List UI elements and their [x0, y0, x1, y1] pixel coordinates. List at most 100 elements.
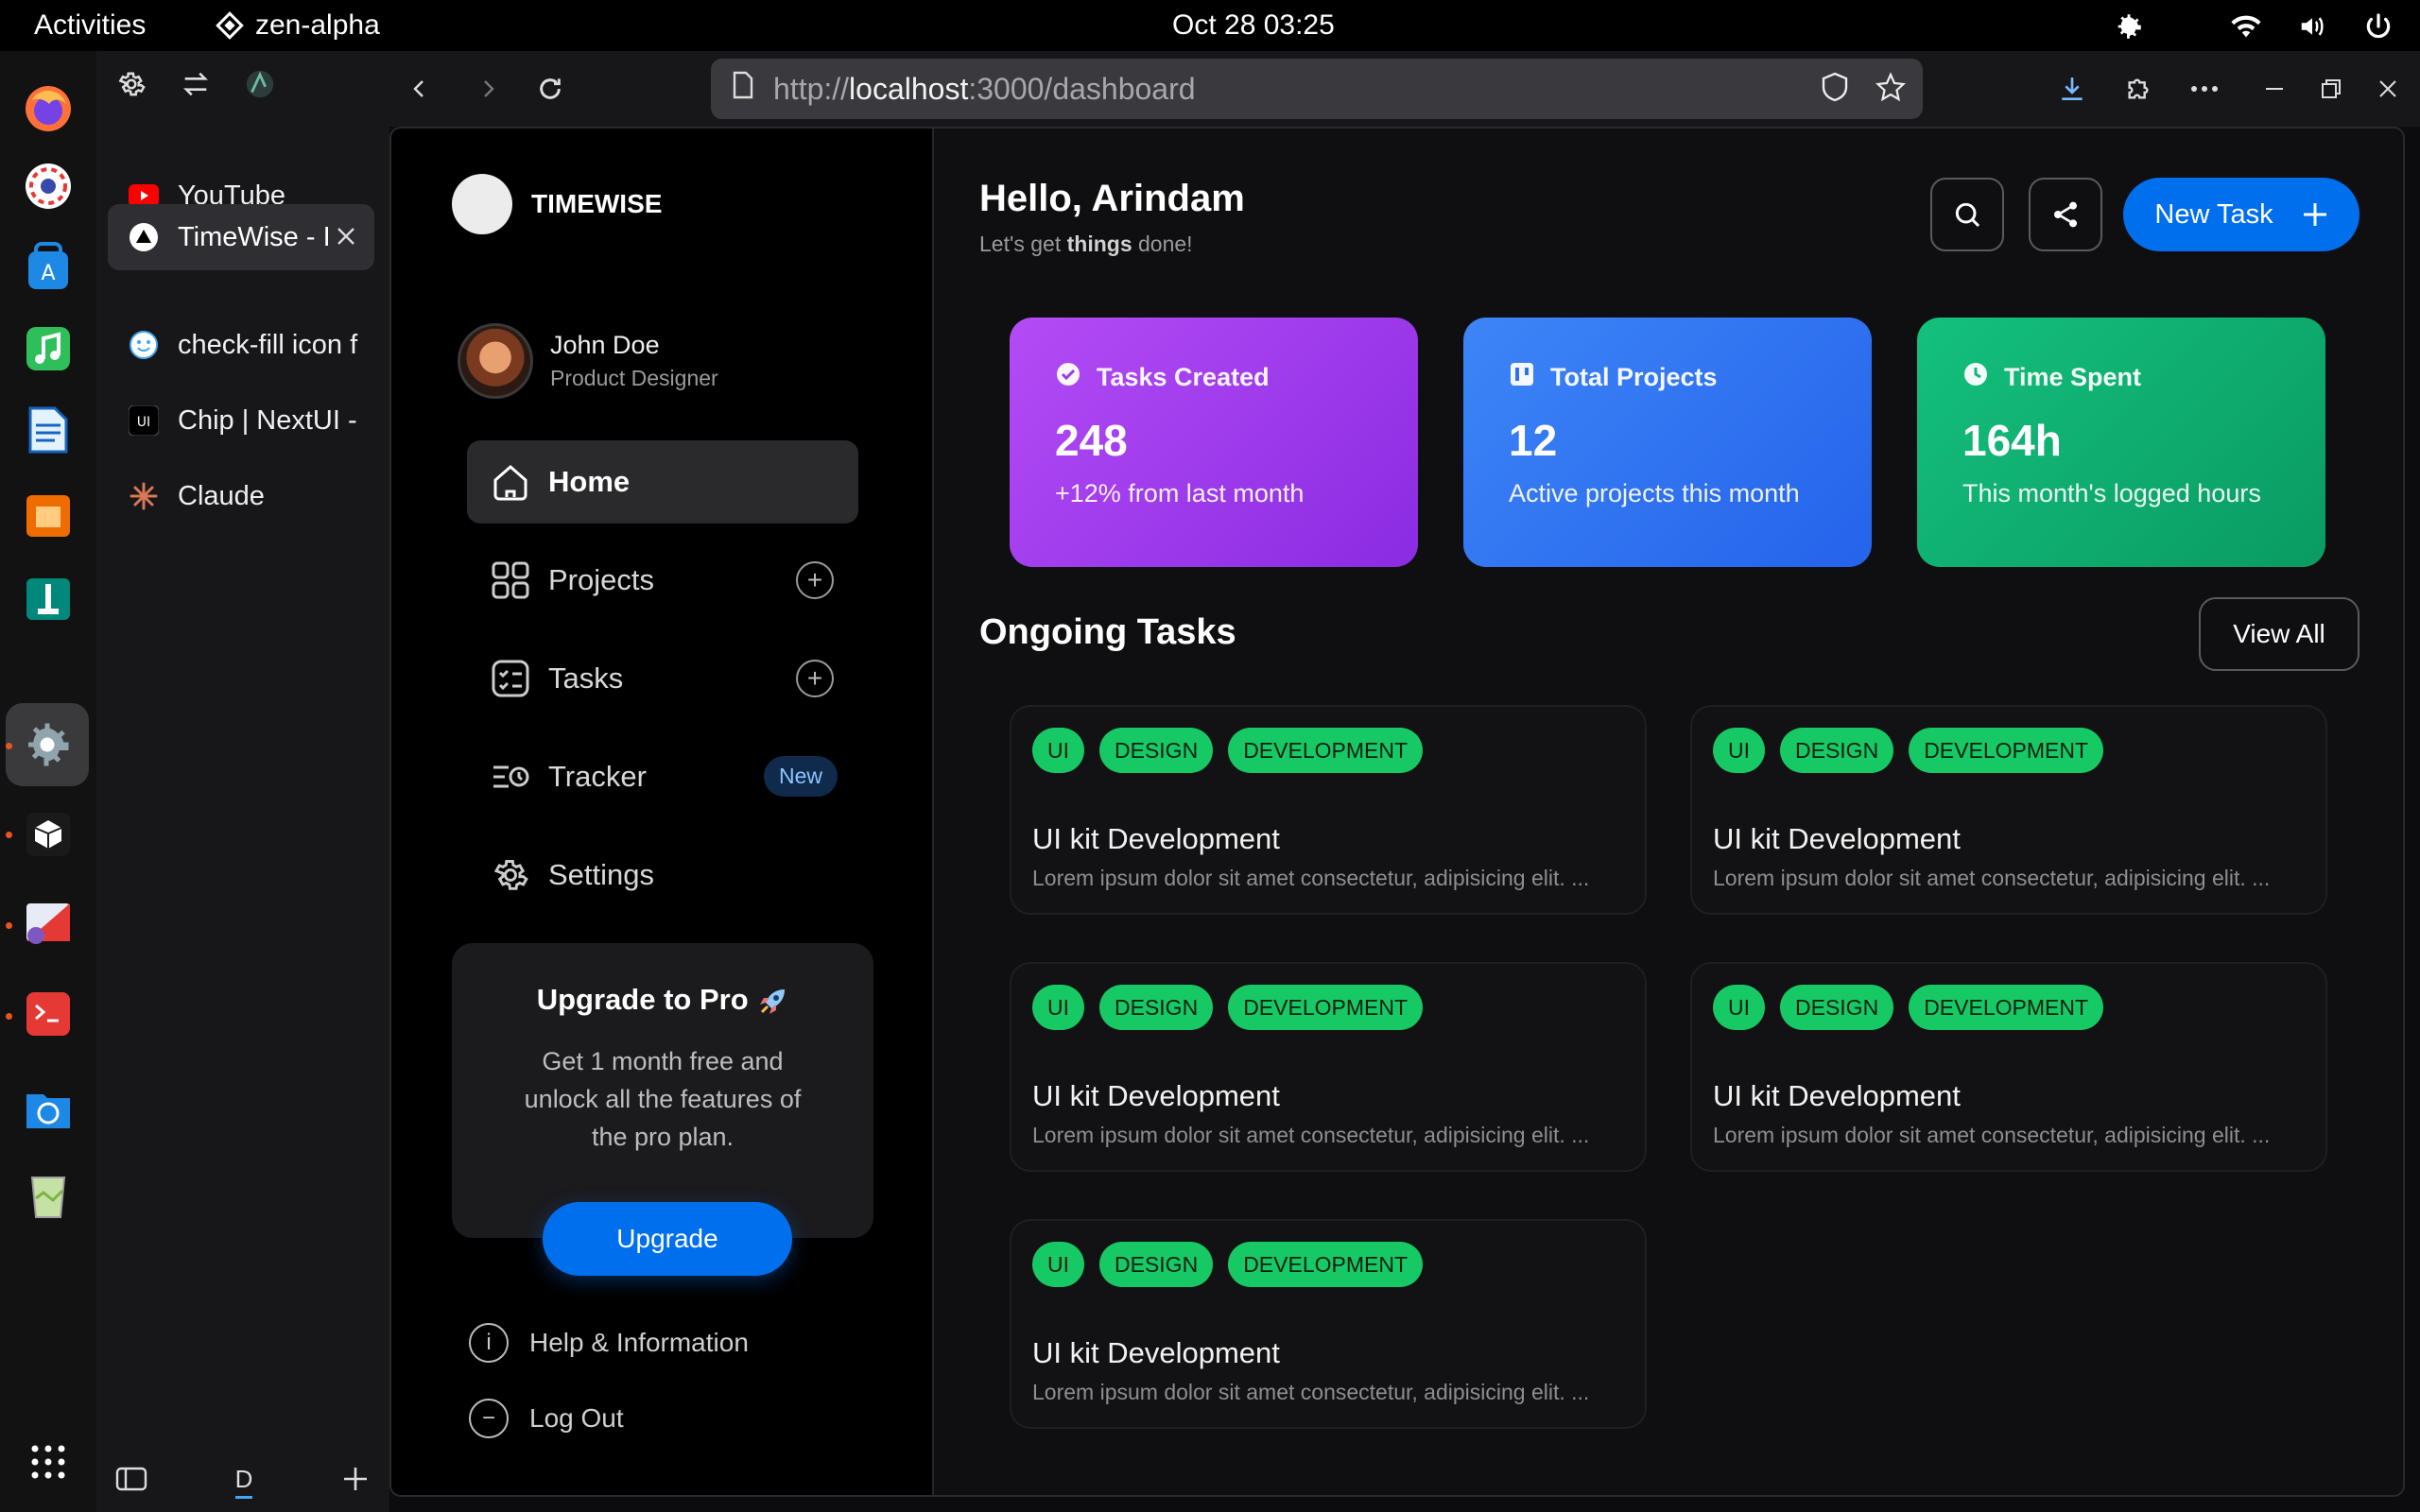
workspace-icon[interactable]: [244, 68, 276, 105]
system-tray[interactable]: [2110, 8, 2397, 45]
workspace-indicator[interactable]: D: [234, 1465, 253, 1499]
wifi-icon[interactable]: [2227, 8, 2265, 45]
nav-label: Home: [548, 465, 631, 498]
sync-arrows-icon[interactable]: [180, 68, 212, 105]
logout-label: Log Out: [529, 1403, 624, 1433]
tag-chip: UI: [1032, 1242, 1084, 1287]
add-task-plus-icon[interactable]: +: [796, 660, 834, 697]
minimize-window-icon[interactable]: [2256, 70, 2293, 108]
browser-settings-gear-icon[interactable]: [115, 68, 147, 105]
nav-tasks[interactable]: Tasks +: [467, 637, 858, 720]
nav-label: Projects: [548, 563, 654, 596]
nav-tracker[interactable]: Tracker New: [467, 735, 858, 818]
kanban-icon: [1509, 361, 1535, 394]
new-badge: New: [763, 756, 838, 797]
toggle-sidebar-icon[interactable]: [115, 1465, 147, 1498]
page-title: Hello, Arindam: [979, 178, 1245, 219]
task-card[interactable]: UI DESIGN DEVELOPMENT UI kit Development…: [1690, 705, 2327, 915]
task-card[interactable]: UI DESIGN DEVELOPMENT UI kit Development…: [1010, 962, 1647, 1172]
task-card[interactable]: UI DESIGN DEVELOPMENT UI kit Development…: [1690, 962, 2327, 1172]
more-menu-icon[interactable]: [2186, 70, 2223, 108]
url-path: :3000/dashboard: [968, 71, 1196, 106]
music-player-icon[interactable]: [17, 318, 79, 380]
activities-button[interactable]: Activities: [34, 9, 146, 42]
forward-arrow-icon[interactable]: [469, 70, 507, 108]
tab-label: Claude: [178, 480, 265, 511]
tab-timewise[interactable]: TimeWise - I: [108, 204, 374, 270]
app-store-icon[interactable]: A: [17, 236, 79, 299]
text-editor-icon[interactable]: [17, 399, 79, 461]
reload-icon[interactable]: [531, 70, 569, 108]
bookmark-star-icon[interactable]: [1875, 72, 1907, 110]
svg-text:A: A: [41, 262, 55, 285]
chromium-icon[interactable]: [17, 155, 79, 217]
tag-chip: UI: [1032, 985, 1084, 1030]
address-bar[interactable]: http:// localhost :3000/dashboard: [711, 59, 1923, 119]
power-icon[interactable]: [2360, 8, 2397, 45]
task-card[interactable]: UI DESIGN DEVELOPMENT UI kit Development…: [1010, 705, 1647, 915]
tag-list: UI DESIGN DEVELOPMENT: [1032, 985, 1424, 1030]
tab-nextui-chip[interactable]: UI Chip | NextUI -: [108, 387, 374, 454]
running-indicator: [6, 1013, 12, 1020]
page-info-icon[interactable]: [732, 71, 754, 107]
remote-desktop-icon[interactable]: [17, 892, 79, 954]
downloads-icon[interactable]: [2053, 70, 2091, 108]
impress-icon[interactable]: [17, 484, 79, 546]
close-window-icon[interactable]: [2369, 70, 2407, 108]
back-arrow-icon[interactable]: [401, 70, 439, 108]
new-task-button[interactable]: New Task: [2123, 178, 2360, 251]
view-all-button[interactable]: View All: [2199, 597, 2360, 671]
volume-icon[interactable]: [2293, 8, 2331, 45]
nav-projects[interactable]: Projects +: [467, 539, 858, 622]
focused-app-menu[interactable]: zen-alpha: [216, 9, 380, 42]
new-task-label: New Task: [2154, 198, 2273, 230]
show-apps-grid-icon[interactable]: [17, 1431, 79, 1493]
settings-app-icon[interactable]: [6, 703, 89, 786]
share-button[interactable]: [2029, 178, 2102, 251]
info-icon: i: [469, 1323, 509, 1363]
editor-app-icon[interactable]: [17, 567, 79, 629]
tracker-icon: [490, 756, 531, 798]
dashboard-main: Hello, Arindam Let's get things done! Ne…: [934, 129, 2403, 1495]
help-information-link[interactable]: i Help & Information: [469, 1323, 749, 1363]
log-out-link[interactable]: − Log Out: [469, 1399, 624, 1438]
shield-icon[interactable]: [1821, 72, 1849, 110]
search-button[interactable]: [1930, 178, 2004, 251]
upgrade-button[interactable]: Upgrade: [543, 1202, 792, 1276]
user-profile[interactable]: John Doe Product Designer: [458, 323, 718, 399]
task-card[interactable]: UI DESIGN DEVELOPMENT UI kit Development…: [1010, 1219, 1647, 1429]
tag-chip: DEVELOPMENT: [1228, 985, 1424, 1030]
task-title: UI kit Development: [1032, 822, 1280, 855]
stat-card-total-projects[interactable]: Total Projects 12 Active projects this m…: [1463, 318, 1872, 567]
new-tab-plus-icon[interactable]: [340, 1464, 371, 1499]
promo-text: Get 1 month free and unlock all the feat…: [524, 1046, 802, 1151]
avatar: [458, 323, 533, 399]
task-title: UI kit Development: [1032, 1336, 1280, 1369]
files-icon[interactable]: [17, 1077, 79, 1140]
close-tab-icon[interactable]: [333, 223, 359, 249]
nav-home[interactable]: Home: [467, 440, 858, 524]
firefox-icon[interactable]: [17, 77, 79, 140]
brand-name: TIMEWISE: [531, 189, 663, 218]
tab-claude[interactable]: Claude: [108, 463, 374, 529]
tab-check-fill-icon[interactable]: check-fill icon f: [108, 312, 374, 378]
cube-app-icon[interactable]: [17, 803, 79, 866]
tag-chip: UI: [1032, 728, 1084, 773]
nav-settings[interactable]: Settings: [467, 833, 858, 917]
settings-gear-icon[interactable]: [2110, 8, 2148, 45]
tag-list: UI DESIGN DEVELOPMENT: [1713, 728, 2104, 773]
search-icon: [1955, 202, 1980, 228]
terminal-icon[interactable]: [17, 983, 79, 1045]
stat-card-time-spent[interactable]: Time Spent 164h This month's logged hour…: [1917, 318, 2325, 567]
stat-desc: +12% from last month: [1055, 479, 1305, 507]
task-title: UI kit Development: [1713, 1079, 1961, 1112]
share-icon: [2054, 201, 2077, 228]
system-top-bar: Activities zen-alpha Oct 28 03:25: [0, 0, 2420, 51]
restore-window-icon[interactable]: [2312, 70, 2350, 108]
clock[interactable]: Oct 28 03:25: [1172, 9, 1335, 42]
trash-icon[interactable]: [17, 1164, 79, 1227]
brand[interactable]: TIMEWISE: [452, 174, 662, 234]
add-project-plus-icon[interactable]: +: [796, 561, 834, 599]
stat-card-tasks-created[interactable]: Tasks Created 248 +12% from last month: [1010, 318, 1418, 567]
extensions-puzzle-icon[interactable]: [2119, 70, 2157, 108]
